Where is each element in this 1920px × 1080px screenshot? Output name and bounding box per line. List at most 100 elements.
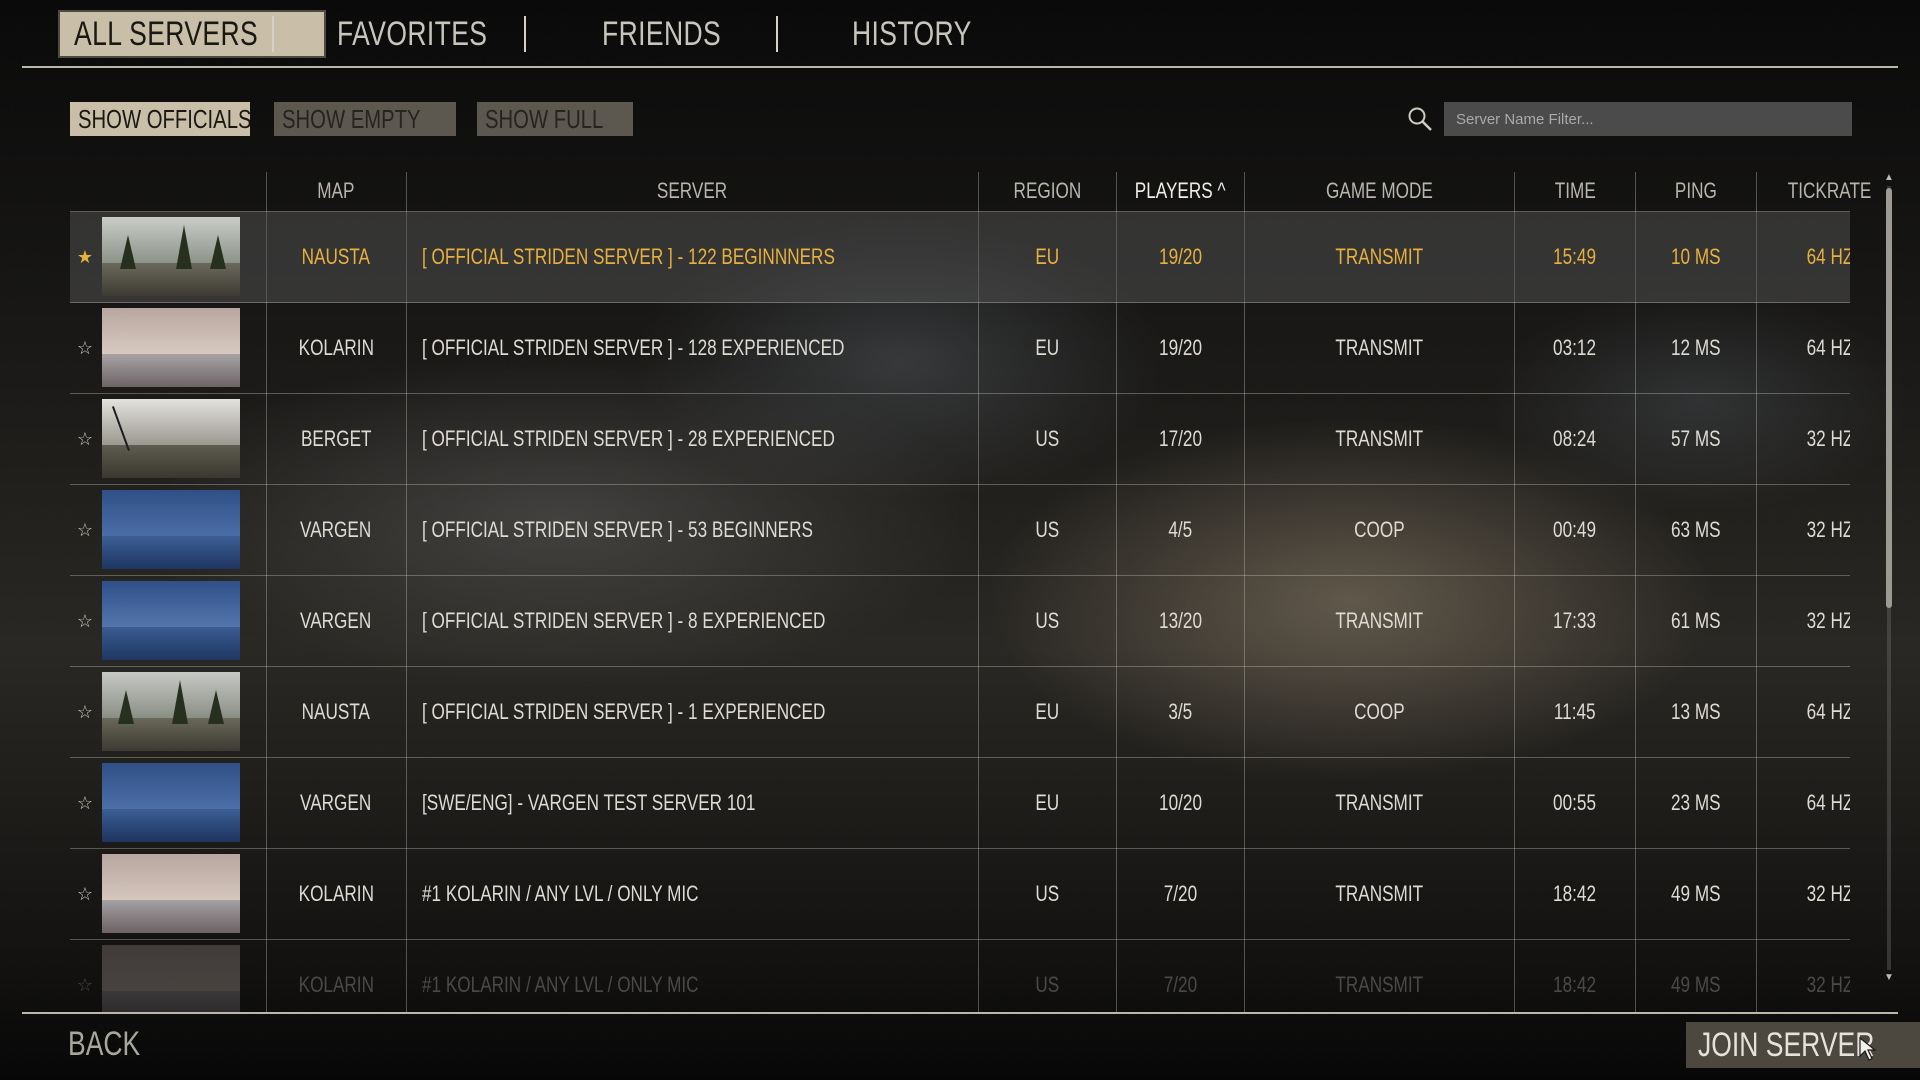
show-full-toggle[interactable]: SHOW FULL xyxy=(477,102,633,136)
region: EU xyxy=(1035,790,1060,815)
map-name: BERGET xyxy=(300,426,372,451)
server-name: [ OFFICIAL STRIDEN SERVER ] - 8 EXPERIEN… xyxy=(422,608,826,633)
join-server-button[interactable]: JOIN SERVER xyxy=(1686,1022,1920,1068)
column-header-server[interactable]: SERVER xyxy=(407,170,978,212)
tickrate: 32 HZ xyxy=(1806,517,1850,542)
match-time: 00:55 xyxy=(1553,790,1597,815)
server-row[interactable]: ☆ KOLARIN #1 KOLARIN / ANY LVL / ONLY MI… xyxy=(70,940,1850,1012)
match-time: 00:49 xyxy=(1553,517,1597,542)
server-name: #1 KOLARIN / ANY LVL / ONLY MIC xyxy=(422,881,699,906)
map-name: NAUSTA xyxy=(301,699,371,724)
ping: 13 MS xyxy=(1671,699,1721,724)
map-name: KOLARIN xyxy=(298,972,374,997)
ping: 49 MS xyxy=(1671,881,1721,906)
server-name: [ OFFICIAL STRIDEN SERVER ] - 122 BEGINN… xyxy=(422,244,835,269)
player-count: 13/20 xyxy=(1159,608,1202,633)
server-row[interactable]: ☆ KOLARIN [ OFFICIAL STRIDEN SERVER ] - … xyxy=(70,303,1850,394)
region: EU xyxy=(1035,699,1060,724)
top-divider xyxy=(22,66,1898,68)
tickrate: 32 HZ xyxy=(1806,881,1850,906)
game-mode: TRANSMIT xyxy=(1335,335,1424,360)
favorite-star-icon[interactable]: ☆ xyxy=(74,667,96,757)
map-thumbnail-berget xyxy=(102,399,240,478)
match-time: 17:33 xyxy=(1553,608,1597,633)
list-scrollbar[interactable]: ▲ ▼ xyxy=(1884,172,1894,984)
game-mode: COOP xyxy=(1354,517,1405,542)
search-icon[interactable] xyxy=(1407,106,1433,132)
scroll-thumb[interactable] xyxy=(1886,188,1892,608)
match-time: 15:49 xyxy=(1553,244,1597,269)
game-mode: TRANSMIT xyxy=(1335,426,1424,451)
server-name: #1 KOLARIN / ANY LVL / ONLY MIC xyxy=(422,972,699,997)
match-time: 11:45 xyxy=(1554,699,1596,724)
map-name: KOLARIN xyxy=(298,335,374,360)
server-row[interactable]: ☆ BERGET [ OFFICIAL STRIDEN SERVER ] - 2… xyxy=(70,394,1850,485)
tab-friends[interactable]: FRIENDS xyxy=(602,12,755,56)
tab-divider xyxy=(524,16,526,52)
game-mode: COOP xyxy=(1354,699,1405,724)
player-count: 7/20 xyxy=(1163,972,1198,997)
show-officials-toggle[interactable]: SHOW OFFICIALS xyxy=(70,102,252,136)
region: US xyxy=(1035,608,1060,633)
scroll-down-arrow-icon[interactable]: ▼ xyxy=(1884,972,1894,984)
tab-favorites[interactable]: FAVORITES xyxy=(337,12,530,56)
map-thumbnail-kolarin xyxy=(102,945,240,1012)
map-name: VARGEN xyxy=(300,517,372,542)
server-row[interactable]: ☆ VARGEN [ OFFICIAL STRIDEN SERVER ] - 8… xyxy=(70,576,1850,667)
server-name-filter-input[interactable] xyxy=(1444,102,1852,136)
player-count: 19/20 xyxy=(1159,335,1202,360)
server-row[interactable]: ☆ VARGEN [SWE/ENG] - VARGEN TEST SERVER … xyxy=(70,758,1850,849)
column-header-players[interactable]: PLAYERS ^ xyxy=(1117,170,1244,212)
map-name: NAUSTA xyxy=(301,244,371,269)
tickrate: 32 HZ xyxy=(1806,426,1850,451)
tickrate: 32 HZ xyxy=(1806,608,1850,633)
server-row[interactable]: ★ NAUSTA [ OFFICIAL STRIDEN SERVER ] - 1… xyxy=(70,212,1850,303)
tab-all-servers[interactable]: ALL SERVERS xyxy=(60,12,325,56)
server-list: ★ NAUSTA [ OFFICIAL STRIDEN SERVER ] - 1… xyxy=(70,212,1850,1012)
mouse-cursor-icon xyxy=(1859,1036,1877,1061)
match-time: 08:24 xyxy=(1553,426,1597,451)
server-row[interactable]: ☆ KOLARIN #1 KOLARIN / ANY LVL / ONLY MI… xyxy=(70,849,1850,940)
match-time: 18:42 xyxy=(1553,881,1597,906)
tab-divider xyxy=(776,16,778,52)
show-empty-toggle[interactable]: SHOW EMPTY xyxy=(274,102,456,136)
tab-divider xyxy=(272,16,274,52)
server-row[interactable]: ☆ NAUSTA [ OFFICIAL STRIDEN SERVER ] - 1… xyxy=(70,667,1850,758)
server-row[interactable]: ☆ VARGEN [ OFFICIAL STRIDEN SERVER ] - 5… xyxy=(70,485,1850,576)
back-button[interactable]: BACK xyxy=(68,1025,161,1064)
tickrate: 64 HZ xyxy=(1806,699,1850,724)
favorite-star-icon[interactable]: ☆ xyxy=(74,576,96,666)
favorite-star-icon[interactable]: ★ xyxy=(74,212,96,302)
column-header-tickrate[interactable]: TICKRATE xyxy=(1757,170,1902,212)
column-header-ping[interactable]: PING xyxy=(1636,170,1756,212)
game-mode: TRANSMIT xyxy=(1335,972,1424,997)
region: US xyxy=(1035,972,1060,997)
region: EU xyxy=(1035,335,1060,360)
ping: 49 MS xyxy=(1671,972,1721,997)
map-thumbnail-vargen xyxy=(102,763,240,842)
column-header-time[interactable]: TIME xyxy=(1515,170,1635,212)
region: US xyxy=(1035,426,1060,451)
ping: 57 MS xyxy=(1671,426,1721,451)
favorite-star-icon[interactable]: ☆ xyxy=(74,394,96,484)
game-mode: TRANSMIT xyxy=(1335,790,1424,815)
column-header-game-mode[interactable]: GAME MODE xyxy=(1245,170,1514,212)
column-header-region[interactable]: REGION xyxy=(979,170,1116,212)
player-count: 4/5 xyxy=(1168,517,1193,542)
ping: 63 MS xyxy=(1671,517,1721,542)
ping: 12 MS xyxy=(1671,335,1721,360)
favorite-star-icon[interactable]: ☆ xyxy=(74,485,96,575)
favorite-star-icon[interactable]: ☆ xyxy=(74,758,96,848)
player-count: 17/20 xyxy=(1159,426,1202,451)
scroll-up-arrow-icon[interactable]: ▲ xyxy=(1884,172,1894,184)
tickrate: 64 HZ xyxy=(1806,335,1850,360)
map-thumbnail-vargen xyxy=(102,490,240,569)
favorite-star-icon[interactable]: ☆ xyxy=(74,940,96,1012)
map-thumbnail-kolarin xyxy=(102,308,240,387)
favorite-star-icon[interactable]: ☆ xyxy=(74,303,96,393)
column-header-map[interactable]: MAP xyxy=(266,170,406,212)
favorite-star-icon[interactable]: ☆ xyxy=(74,849,96,939)
tab-history[interactable]: HISTORY xyxy=(852,12,1005,56)
game-mode: TRANSMIT xyxy=(1335,608,1424,633)
player-count: 3/5 xyxy=(1168,699,1193,724)
